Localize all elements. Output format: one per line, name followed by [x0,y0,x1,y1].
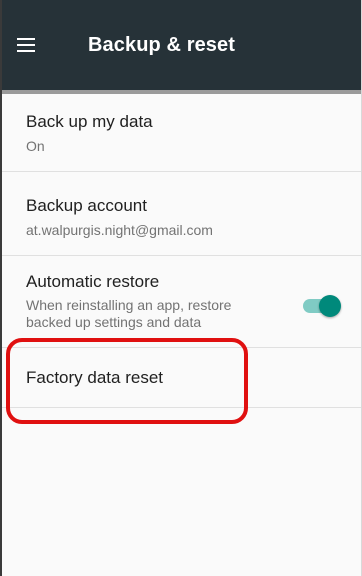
setting-automatic-restore[interactable]: Automatic restore When reinstalling an a… [2,256,361,348]
setting-summary: On [26,138,45,154]
setting-backup-account[interactable]: Backup account at.walpurgis.night@gmail.… [2,172,361,256]
hamburger-menu-icon [17,38,35,52]
setting-summary: at.walpurgis.night@gmail.com [26,222,213,238]
automatic-restore-toggle[interactable] [301,294,341,317]
setting-factory-data-reset[interactable]: Factory data reset [2,348,361,408]
menu-button[interactable] [6,25,46,65]
toggle-thumb [319,295,341,317]
setting-title: Automatic restore [26,272,160,291]
setting-back-up-my-data[interactable]: Back up my data On [2,94,361,172]
page-title: Backup & reset [88,33,236,56]
setting-title: Factory data reset [26,368,164,387]
screen: Backup & reset Back up my data On Backup… [0,0,362,576]
setting-summary: When reinstalling an app, restore backed… [26,297,232,330]
setting-title: Back up my data [26,112,153,131]
app-toolbar: Backup & reset [2,0,361,94]
setting-title: Backup account [26,196,147,215]
